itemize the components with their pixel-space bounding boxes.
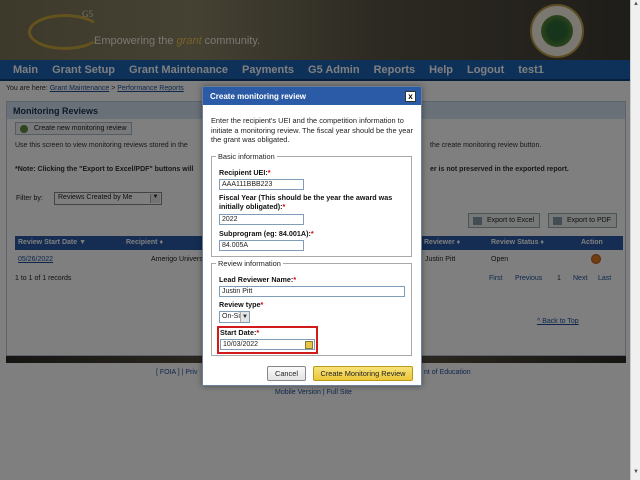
required-mark: * <box>293 275 297 284</box>
required-mark: * <box>267 168 271 177</box>
calendar-icon[interactable] <box>305 341 313 349</box>
required-mark: * <box>282 202 286 211</box>
create-review-dialog: Create monitoring review x Enter the rec… <box>202 86 422 386</box>
start-date-label: Start Date:* <box>220 328 259 337</box>
uei-label-text: Recipient UEI: <box>219 168 268 177</box>
review-information-legend: Review information <box>218 259 281 268</box>
required-mark: * <box>260 300 264 309</box>
create-monitoring-review-button[interactable]: Create Monitoring Review <box>313 366 413 381</box>
subprogram-input[interactable]: 84.005A <box>219 240 304 251</box>
dialog-title: Create monitoring review <box>203 87 421 105</box>
start-date-input[interactable]: 10/03/2022 <box>220 339 315 350</box>
uei-input[interactable]: AAA111BBB223 <box>219 179 304 190</box>
dialog-intro: Enter the recipient's UEI and the compet… <box>211 116 413 144</box>
lead-reviewer-input[interactable]: Justin Pitt <box>219 286 405 297</box>
close-icon[interactable]: x <box>405 91 416 102</box>
review-type-label-text: Review type <box>219 300 261 309</box>
required-mark: * <box>256 328 260 337</box>
fiscal-year-label-text: Fiscal Year (This should be the year the… <box>219 193 393 211</box>
start-date-label-text: Start Date: <box>220 328 257 337</box>
fiscal-year-label: Fiscal Year (This should be the year the… <box>219 193 409 211</box>
subprogram-label-text: Subprogram (eg: 84.001A): <box>219 229 311 238</box>
scroll-down-icon[interactable]: ▼ <box>632 469 640 479</box>
lead-reviewer-label-text: Lead Reviewer Name: <box>219 275 294 284</box>
required-mark: * <box>310 229 314 238</box>
lead-reviewer-label: Lead Reviewer Name:* <box>219 275 296 284</box>
start-date-value: 10/03/2022 <box>223 341 259 348</box>
review-type-select[interactable]: On-Site ▼ <box>219 311 250 323</box>
uei-label: Recipient UEI:* <box>219 168 271 177</box>
review-type-label: Review type* <box>219 300 263 309</box>
subprogram-label: Subprogram (eg: 84.001A):* <box>219 229 314 238</box>
page-scrollbar[interactable]: ▲ ▼ <box>630 0 640 480</box>
fiscal-year-input[interactable]: 2022 <box>219 214 304 225</box>
basic-information-legend: Basic information <box>218 152 275 161</box>
cancel-button[interactable]: Cancel <box>267 366 306 381</box>
chevron-down-icon: ▼ <box>240 312 249 322</box>
scroll-up-icon[interactable]: ▲ <box>632 1 640 11</box>
